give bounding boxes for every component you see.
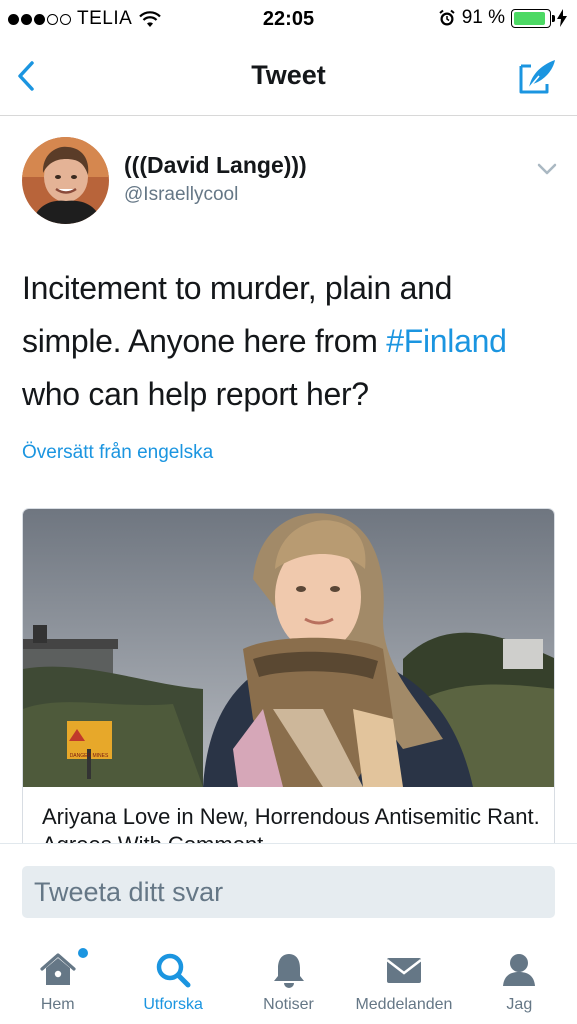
battery-percent: 91 %: [461, 7, 505, 28]
search-icon: [156, 953, 191, 988]
tab-bar: Hem Utforska Notiser Meddelanden Jag: [0, 938, 577, 1024]
tab-label: Meddelanden: [355, 996, 453, 1013]
hashtag-link[interactable]: #Finland: [386, 323, 507, 359]
tab-notifications[interactable]: Notiser: [231, 938, 346, 1024]
reply-input[interactable]: Tweeta ditt svar: [22, 866, 555, 918]
translate-link[interactable]: Översätt från engelska: [22, 442, 213, 464]
card-image: DANGER MINES: [23, 509, 554, 787]
link-card[interactable]: DANGER MINES Ariyana Love in New, Horren…: [22, 508, 555, 888]
user-handle[interactable]: @Israellycool: [124, 184, 238, 206]
bell-icon: [273, 954, 304, 988]
tab-label: Utforska: [143, 996, 203, 1013]
navigation-bar: Tweet: [0, 38, 577, 116]
status-right: 91 %: [438, 7, 567, 29]
notification-dot: [78, 948, 88, 958]
person-icon: [503, 954, 536, 986]
tab-label: Hem: [40, 996, 75, 1013]
page-title: Tweet: [251, 60, 326, 90]
home-icon: [40, 953, 76, 985]
tab-messages[interactable]: Meddelanden: [346, 938, 461, 1024]
alarm-clock-icon: [439, 9, 455, 26]
danger-sign-text: DANGER MINES: [70, 753, 109, 759]
chevron-down-icon[interactable]: [536, 158, 558, 180]
tweet-text-after: who can help report her?: [22, 376, 369, 412]
tab-label: Notiser: [263, 996, 314, 1013]
compose-tweet-icon[interactable]: [517, 56, 559, 98]
display-name[interactable]: (((David Lange))): [124, 152, 307, 179]
charging-bolt-icon: [557, 9, 567, 27]
tweet-text: Incitement to murder, plain and simple. …: [22, 262, 557, 421]
status-bar: TELIA 22:05 91 %: [0, 0, 577, 38]
reply-bar: Tweeta ditt svar: [0, 843, 577, 938]
avatar[interactable]: [22, 137, 109, 224]
tab-explore[interactable]: Utforska: [115, 938, 230, 1024]
battery-icon: [511, 8, 555, 28]
tab-home[interactable]: Hem: [0, 938, 115, 1024]
envelope-icon: [386, 958, 422, 983]
tab-me[interactable]: Jag: [462, 938, 577, 1024]
tab-label: Jag: [506, 996, 533, 1013]
